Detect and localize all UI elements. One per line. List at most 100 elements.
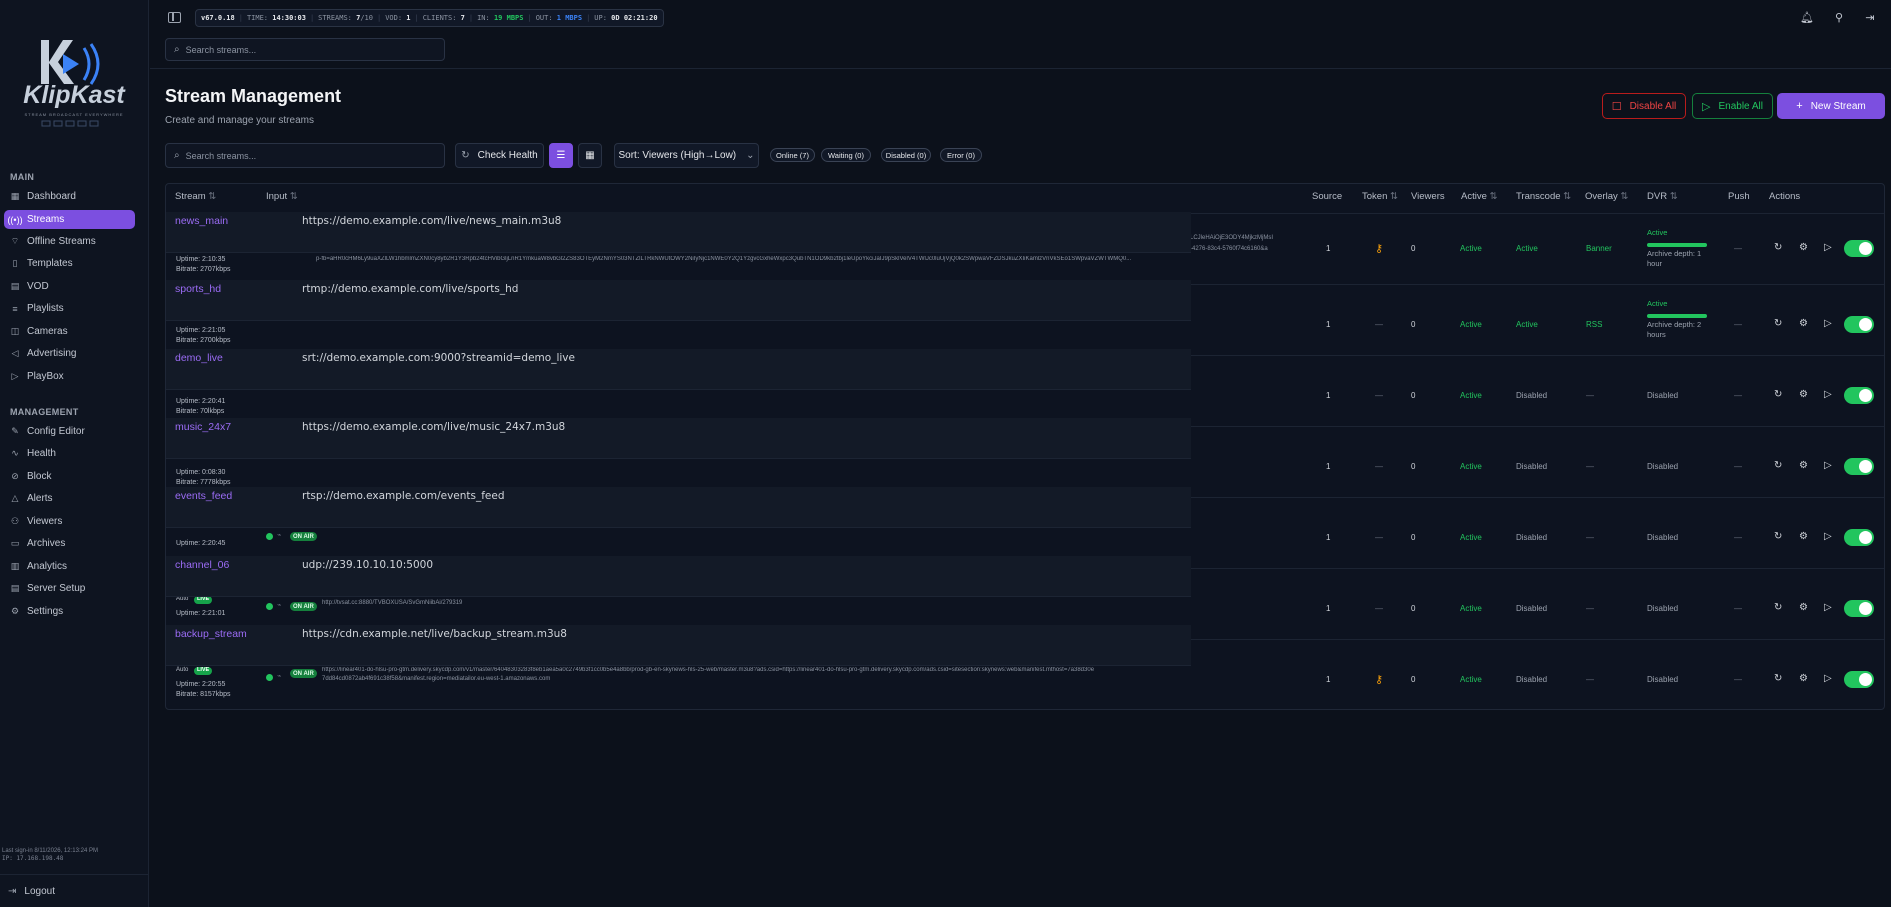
sidebar-item-advertising[interactable]: ◁ Advertising (4, 344, 135, 363)
sidebar-item-settings[interactable]: ⚙ Settings (4, 602, 135, 621)
key-icon[interactable]: ⚷ (1375, 673, 1383, 686)
restart-icon[interactable]: ↻ (1774, 531, 1782, 542)
stream-name[interactable]: news_main (175, 215, 228, 227)
sidebar-item-streams[interactable]: ((•)) Streams (4, 210, 135, 229)
stream-toggle[interactable] (1844, 529, 1874, 546)
gear-icon[interactable]: ⚙ (1799, 602, 1808, 613)
sidebar-item-analytics[interactable]: ▥ Analytics (4, 557, 135, 576)
stream-name[interactable]: events_feed (175, 490, 232, 502)
play-icon[interactable]: ▷ (1824, 460, 1832, 471)
restart-icon[interactable]: ↻ (1774, 460, 1782, 471)
search-icon: ⌕ (174, 150, 180, 161)
sidebar-item-templates[interactable]: ▯ Templates (4, 254, 135, 273)
filter-online[interactable]: Online (7) (770, 148, 815, 162)
stream-url-panel[interactable]: demo_live srt://demo.example.com:9000?str… (166, 349, 1191, 390)
play-icon[interactable]: ▷ (1824, 602, 1832, 613)
stream-url-panel[interactable]: sports_hd rtmp://demo.example.com/live/sp… (166, 280, 1191, 321)
camera-icon: ◫ (10, 326, 20, 336)
sort-select[interactable]: Sort: Viewers (High→Low) ⌄ (614, 143, 759, 168)
col-overlay[interactable]: Overlay ⇅ (1585, 191, 1628, 202)
sidebar-item-server-setup[interactable]: ▤ Server Setup (4, 579, 135, 598)
gear-icon[interactable]: ⚙ (1799, 242, 1808, 253)
stream-toggle[interactable] (1844, 458, 1874, 475)
restart-icon[interactable]: ↻ (1774, 602, 1782, 613)
ban-icon: ⊘ (11, 471, 19, 481)
disable-all-button[interactable]: ☐ Disable All (1602, 93, 1686, 119)
user-icon[interactable]: ⚲ (1832, 10, 1846, 24)
sidebar-item-config-editor[interactable]: ✎ Config Editor (4, 422, 135, 441)
sidebar-item-health[interactable]: ∿ Health (4, 444, 135, 463)
col-active[interactable]: Active ⇅ (1461, 191, 1497, 202)
col-stream[interactable]: Stream ⇅ (175, 191, 216, 202)
sidebar-item-archives[interactable]: ▭ Archives (4, 534, 135, 553)
play-icon[interactable]: ▷ (1824, 318, 1832, 329)
last-signin-info: Last sign-in 8/11/2026, 12:13:24 PM IP: … (2, 848, 98, 862)
link-icon[interactable]: ⌁ (277, 531, 281, 539)
sidebar-item-dashboard[interactable]: ▦ Dashboard (4, 187, 135, 206)
stream-toggle[interactable] (1844, 671, 1874, 688)
stream-toggle[interactable] (1844, 316, 1874, 333)
stream-name[interactable]: demo_live (175, 352, 223, 364)
sidebar-item-viewers[interactable]: ⚇ Viewers (4, 512, 135, 531)
sidebar-item-block[interactable]: ⊘ Block (4, 467, 135, 486)
stream-url-panel[interactable]: events_feed rtsp://demo.example.com/event… (166, 487, 1191, 528)
stream-url-panel[interactable]: channel_06 udp://239.10.10.10:5000 (166, 556, 1191, 597)
gear-icon[interactable]: ⚙ (1799, 318, 1808, 329)
stream-name[interactable]: music_24x7 (175, 421, 231, 433)
sidebar-item-cameras[interactable]: ◫ Cameras (4, 322, 135, 341)
sidebar-item-playbox[interactable]: ▷ PlayBox (4, 367, 135, 386)
check-health-button[interactable]: ↻ Check Health (455, 143, 544, 168)
logout-icon[interactable]: ⇥ (1863, 10, 1877, 24)
sidebar: KlipKast STREAM BROADCAST EVERYWHERE MAI… (0, 0, 149, 907)
logout-button[interactable]: ⇥ Logout (0, 874, 149, 907)
stream-url-panel[interactable]: music_24x7 https://demo.example.com/live/… (166, 418, 1191, 459)
sidebar-item-label: Viewers (27, 516, 63, 527)
restart-icon[interactable]: ↻ (1774, 673, 1782, 684)
filter-waiting[interactable]: Waiting (0) (821, 148, 871, 162)
key-icon[interactable]: ⚷ (1375, 242, 1383, 255)
stream-toggle[interactable] (1844, 240, 1874, 257)
filter-disabled[interactable]: Disabled (0) (881, 148, 931, 162)
stream-toggle[interactable] (1844, 600, 1874, 617)
top-search-input[interactable]: ⌕ Search streams... (165, 38, 445, 61)
link-icon[interactable]: ⌁ (277, 601, 281, 609)
play-icon[interactable]: ▷ (1824, 242, 1832, 253)
stream-name[interactable]: sports_hd (175, 283, 221, 295)
list-view-button[interactable]: ☰ (549, 143, 573, 168)
stream-url-panel[interactable]: news_main https://demo.example.com/live/n… (166, 212, 1191, 253)
sidebar-item-vod[interactable]: ▤ VOD (4, 277, 135, 296)
bell-icon[interactable]: 🔔︎ (1800, 10, 1814, 24)
col-input[interactable]: Input ⇅ (266, 191, 298, 202)
restart-icon[interactable]: ↻ (1774, 389, 1782, 400)
col-token[interactable]: Token ⇅ (1362, 191, 1398, 202)
stream-toggle[interactable] (1844, 387, 1874, 404)
sidebar-item-playlists[interactable]: ≡ Playlists (4, 299, 135, 318)
grid-view-button[interactable]: ▦ (578, 143, 602, 168)
enable-all-button[interactable]: ▷ Enable All (1692, 93, 1773, 119)
col-dvr[interactable]: DVR ⇅ (1647, 191, 1678, 202)
gear-icon[interactable]: ⚙ (1799, 460, 1808, 471)
sidebar-item-label: Dashboard (27, 191, 76, 202)
restart-icon[interactable]: ↻ (1774, 318, 1782, 329)
sidebar-toggle-icon[interactable] (168, 12, 181, 23)
play-icon[interactable]: ▷ (1824, 673, 1832, 684)
sidebar-item-label: Streams (27, 214, 65, 225)
stream-name[interactable]: channel_06 (175, 559, 229, 571)
filter-error[interactable]: Error (0) (940, 148, 982, 162)
gear-icon[interactable]: ⚙ (1799, 673, 1808, 684)
link-icon[interactable]: ⌁ (277, 672, 281, 680)
stream-url-panel[interactable]: backup_stream https://cdn.example.net/liv… (166, 625, 1191, 666)
restart-icon[interactable]: ↻ (1774, 242, 1782, 253)
live-badge: LIVE (194, 667, 213, 675)
klipkast-logo[interactable]: KlipKast STREAM BROADCAST EVERYWHERE (8, 34, 142, 130)
sidebar-item-alerts[interactable]: △ Alerts (4, 489, 135, 508)
gear-icon[interactable]: ⚙ (1799, 389, 1808, 400)
gear-icon[interactable]: ⚙ (1799, 531, 1808, 542)
stream-search-input[interactable]: ⌕ Search streams... (165, 143, 445, 168)
play-icon[interactable]: ▷ (1824, 531, 1832, 542)
col-transcode[interactable]: Transcode ⇅ (1516, 191, 1571, 202)
play-icon[interactable]: ▷ (1824, 389, 1832, 400)
stream-name[interactable]: backup_stream (175, 628, 247, 640)
new-stream-button[interactable]: + New Stream (1777, 93, 1885, 119)
sidebar-item-offline-streams[interactable]: ⌔ Offline Streams (4, 232, 135, 251)
